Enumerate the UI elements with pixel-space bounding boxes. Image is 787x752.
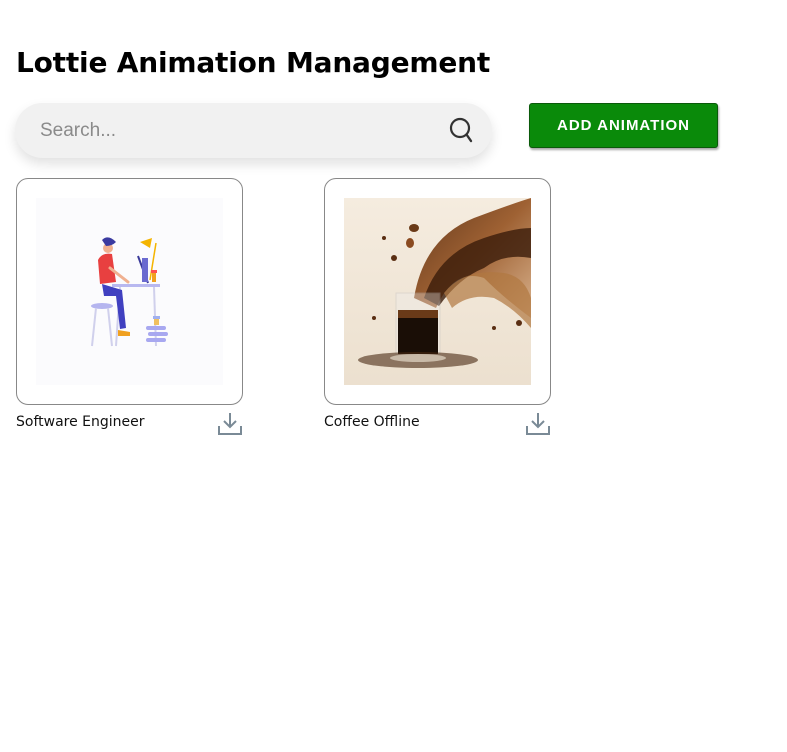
download-icon	[218, 413, 242, 435]
animation-thumbnail-frame[interactable]	[324, 178, 551, 405]
animation-thumbnail-frame[interactable]	[16, 178, 243, 405]
coffee-splash-photo	[344, 198, 531, 385]
download-icon	[526, 413, 550, 435]
animation-card: Coffee Offline	[324, 178, 551, 441]
search-input[interactable]	[15, 103, 432, 158]
developer-at-desk-illustration	[36, 198, 223, 385]
search-button[interactable]	[432, 103, 492, 158]
animation-name: Coffee Offline	[324, 414, 420, 430]
download-button[interactable]	[525, 411, 551, 437]
card-footer: Coffee Offline	[324, 405, 551, 441]
download-button[interactable]	[217, 411, 243, 437]
card-footer: Software Engineer	[16, 405, 243, 441]
page: Lottie Animation Management ADD ANIMATIO…	[0, 0, 787, 752]
add-animation-button[interactable]: ADD ANIMATION	[529, 103, 718, 148]
animation-name: Software Engineer	[16, 414, 145, 430]
animation-card: Software Engineer	[16, 178, 243, 441]
search-bar	[15, 103, 492, 158]
page-title: Lottie Animation Management	[16, 46, 491, 79]
search-icon	[449, 117, 473, 142]
